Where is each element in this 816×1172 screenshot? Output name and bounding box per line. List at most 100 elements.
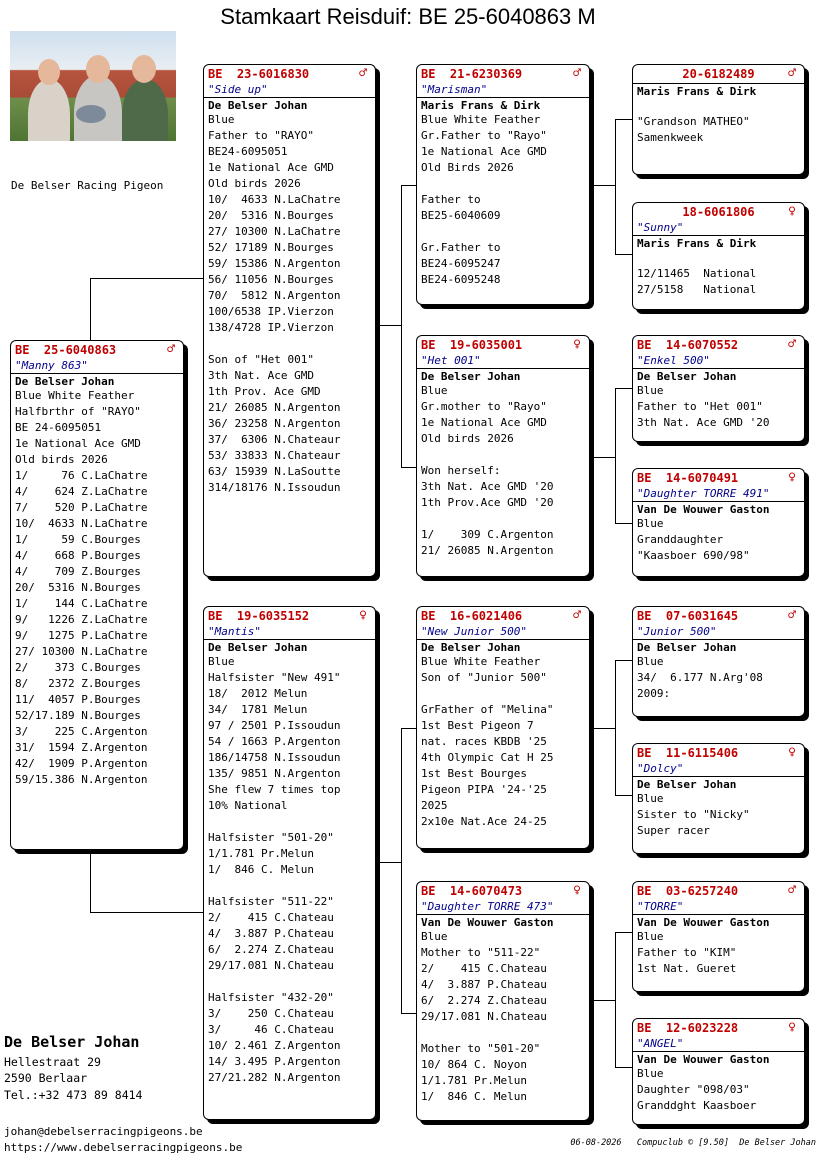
info-line: BE24-6095051	[208, 145, 288, 158]
info-line: Gr.mother to "Rayo"	[421, 400, 547, 413]
info-line: Granddght Kaasboer	[637, 1099, 757, 1112]
nickname: "Side up"	[208, 83, 268, 96]
ring-number-text: BE 23-6016830	[208, 67, 310, 81]
pigeon-card-ffm[interactable]: 18-6061806 ♀ "Sunny" Maris Frans & Dirk 12/1…	[632, 202, 805, 310]
breeder-name: De Belser Johan	[15, 375, 115, 388]
info-line: 6/ 2.274 Z.Chateau	[208, 943, 334, 956]
pigeon-card-maternal-grandfather[interactable]: BE 16-6021406 ♂ "New Junior 500" De Belser …	[416, 606, 590, 849]
owner-address: De Belser Johan Hellestraat 29 2590 Berl…	[4, 1034, 142, 1103]
info-line	[417, 447, 589, 463]
ring-number: 18-6061806 ♀	[633, 203, 804, 221]
info-line: 1/ 144 C.LaChatre	[15, 597, 148, 610]
pigeon-card-fmm[interactable]: BE 14-6070491 ♀ "Daughter TORRE 491" Van De…	[632, 468, 805, 577]
pigeon-card-father[interactable]: BE 23-6016830 ♂ "Side up" De Belser Johan Bl…	[203, 64, 376, 577]
info-line: 1/1.781 Pr.Melun	[208, 847, 314, 860]
info-line: 10/ 4633 N.LaChatre	[208, 193, 341, 206]
info-line: Father to "KIM"	[637, 946, 737, 959]
connector	[90, 278, 204, 279]
ring-number-text: BE 19-6035001	[421, 338, 523, 352]
info-line: Blue	[637, 930, 664, 943]
connector	[401, 185, 402, 467]
breeder-name: De Belser Johan	[637, 641, 737, 654]
info-line	[204, 336, 375, 352]
info-line: 1e National Ace GMD	[421, 416, 547, 429]
info-line: 54 / 1663 P.Argenton	[208, 735, 341, 748]
info-line: Blue	[637, 655, 664, 668]
info-line: 52/ 17189 N.Bourges	[208, 241, 334, 254]
pigeon-card-mff[interactable]: BE 07-6031645 ♂ "Junior 500" De Belser Joha…	[632, 606, 805, 717]
connector	[590, 185, 616, 186]
pigeon-card-maternal-grandmother[interactable]: BE 14-6070473 ♀ "Daughter TORRE 473" Van De…	[416, 881, 590, 1121]
info-line: 4th Olympic Cat H 25	[421, 751, 554, 764]
owner-street: Hellestraat 29	[4, 1054, 101, 1069]
female-icon: ♀	[788, 745, 796, 760]
owner-city: 2590 Berlaar	[4, 1071, 88, 1085]
nickname: "Mantis"	[208, 625, 261, 638]
info-line	[417, 1025, 589, 1041]
pigeon-card-fmf[interactable]: BE 14-6070552 ♂ "Enkel 500" De Belser Johan…	[632, 335, 805, 442]
info-line: 8/ 2372 Z.Bourges	[15, 677, 141, 690]
pigeon-card-fff[interactable]: 20-6182489 ♂ Maris Frans & Dirk "Grandson M…	[632, 64, 805, 175]
pigeon-card-mother[interactable]: BE 19-6035152 ♀ "Mantis" De Belser Johan Blu…	[203, 606, 376, 1120]
info-line	[417, 176, 589, 192]
info-line: BE24-6095248	[421, 273, 501, 286]
info-line: 6/ 2.274 Z.Chateau	[421, 994, 547, 1007]
info-line: 2/ 373 C.Bourges	[15, 661, 141, 674]
info-line: Old birds 2026	[208, 177, 301, 190]
pigeon-card-mfm[interactable]: BE 11-6115406 ♀ "Dolcy" De Belser Johan Blue…	[632, 743, 805, 854]
ring-number: BE 25-6040863 ♂	[11, 341, 183, 359]
ring-number: BE 14-6070491 ♀	[633, 469, 804, 487]
info-line: Halfsister "511-22"	[208, 895, 334, 908]
ring-number-text: BE 12-6023228	[637, 1021, 739, 1035]
info-line: Blue	[637, 384, 664, 397]
info-line: "Grandson MATHEO"	[637, 115, 750, 128]
pigeon-card-subject[interactable]: BE 25-6040863 ♂ "Manny 863" De Belser Johan…	[10, 340, 184, 850]
connector	[615, 660, 616, 795]
female-icon: ♀	[573, 883, 581, 898]
info-line: 1/1.781 Pr.Melun	[421, 1074, 527, 1087]
info-line: 9/ 1275 P.LaChatre	[15, 629, 148, 642]
male-icon: ♂	[788, 66, 796, 81]
info-line: 314/18176 N.Issoudun	[208, 481, 341, 494]
info-line: 59/15.386 N.Argenton	[15, 773, 148, 786]
male-icon: ♂	[788, 883, 796, 898]
info-line: 1/ 846 C. Melun	[208, 863, 314, 876]
nickname: "Enkel 500"	[637, 354, 710, 367]
owner-website[interactable]: https://www.debelserracingpigeons.be	[4, 1140, 242, 1156]
pigeon-card-paternal-grandfather[interactable]: BE 21-6230369 ♂ "Marisman" Maris Frans & Di…	[416, 64, 590, 305]
connector	[401, 1013, 417, 1014]
pigeon-card-mmm[interactable]: BE 12-6023228 ♀ "ANGEL" Van De Wouwer Gasto…	[632, 1018, 805, 1125]
info-line: 21/ 26085 N.Argenton	[208, 401, 341, 414]
info-line: BE25-6040609	[421, 209, 501, 222]
nickname: "ANGEL"	[637, 1037, 684, 1050]
info-line: 3/ 250 C.Chateau	[208, 1007, 334, 1020]
info-line: 59/ 15386 N.Argenton	[208, 257, 341, 270]
info-line: 1st Best Bourges	[421, 767, 527, 780]
info-line: 7/ 520 P.LaChatre	[15, 501, 148, 514]
info-line: Samenkweek	[637, 131, 704, 144]
connector	[615, 119, 633, 120]
info-line: 1e National Ace GMD	[15, 437, 141, 450]
female-icon: ♀	[788, 470, 796, 485]
breeder-name: Maris Frans & Dirk	[637, 85, 757, 98]
connector	[615, 119, 616, 254]
pigeon-card-paternal-grandmother[interactable]: BE 19-6035001 ♀ "Het 001" De Belser Johan Bl…	[416, 335, 590, 577]
info-line	[204, 974, 375, 990]
connector	[401, 467, 417, 468]
breeder-name: Van De Wouwer Gaston	[637, 503, 770, 516]
connector	[90, 851, 91, 913]
info-line: Blue	[208, 113, 235, 126]
ring-number-text: BE 14-6070552	[637, 338, 739, 352]
info-line: Granddaughter	[637, 533, 724, 546]
info-line: Super racer	[637, 824, 710, 837]
nickname: "Daughter TORRE 491"	[637, 487, 770, 500]
info-line: Son of "Het 001"	[208, 353, 314, 366]
info-line: 1st Nat. Gueret	[637, 962, 737, 975]
ring-number-text: 20-6182489	[682, 67, 755, 81]
breeder-name: De Belser Johan	[637, 778, 737, 791]
info-line: 1e National Ace GMD	[208, 161, 334, 174]
owner-email[interactable]: johan@debelserracingpigeons.be	[4, 1124, 242, 1140]
info-line: 3/ 225 C.Argenton	[15, 725, 148, 738]
connector	[590, 1000, 616, 1001]
pigeon-card-mmf[interactable]: BE 03-6257240 ♂ "TORRE" Van De Wouwer Gasto…	[632, 881, 805, 992]
